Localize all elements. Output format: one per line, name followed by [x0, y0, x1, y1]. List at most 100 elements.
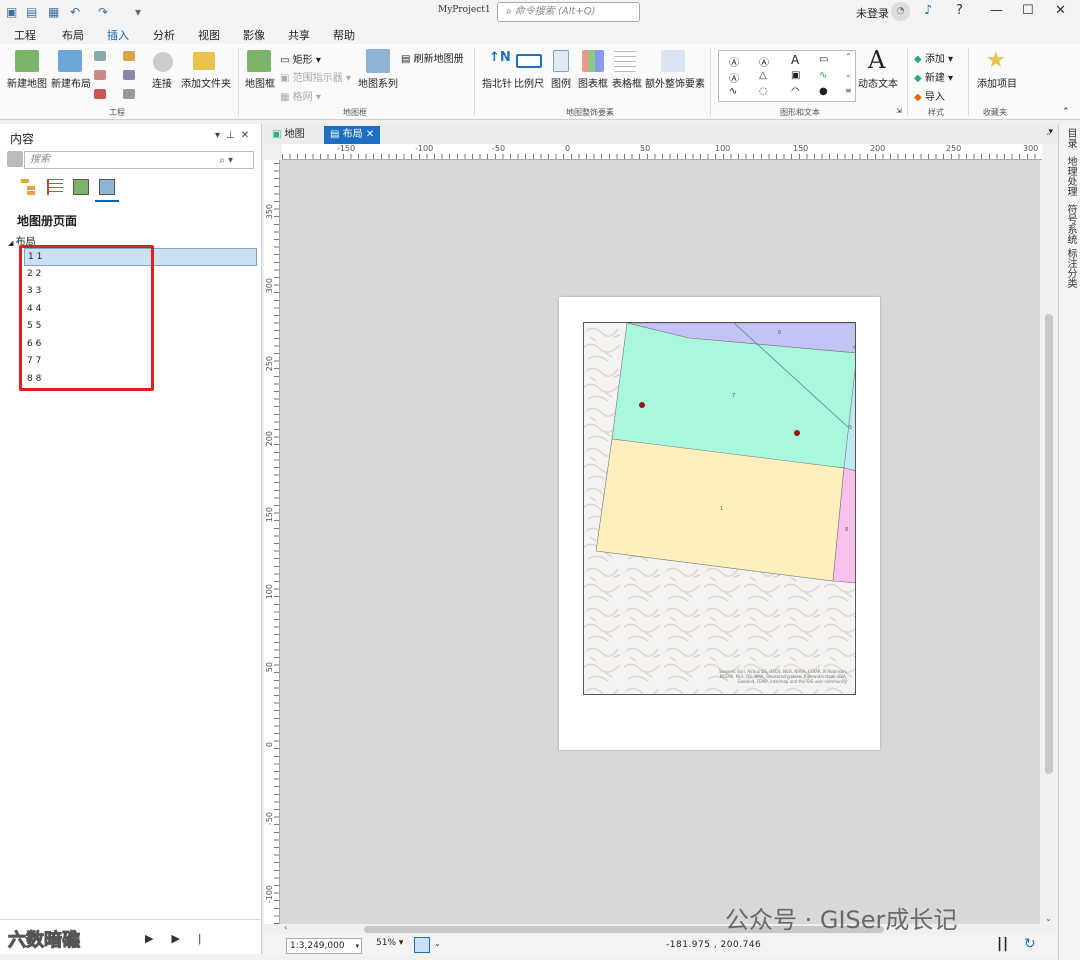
extra-surround-button[interactable]: 额外整饰要素 — [645, 75, 705, 90]
toolbox-icon[interactable] — [123, 51, 135, 61]
point-feature[interactable] — [794, 430, 800, 436]
text-graphic-icon[interactable]: Ⓐ — [729, 54, 739, 69]
contents-search-input[interactable]: 搜索 ⌕ ▾ — [24, 151, 254, 169]
customize-quickaccess-icon[interactable]: ▾ — [135, 4, 141, 20]
minimize-button[interactable]: — — [990, 3, 1003, 18]
redo-icon[interactable]: ↷ — [98, 4, 108, 20]
table-frame-button[interactable]: 表格框 — [612, 75, 642, 90]
search-icon[interactable]: ⌕ ▾ — [219, 153, 233, 169]
style-import-button[interactable]: ◆ 导入 — [914, 88, 945, 103]
table-icon[interactable] — [94, 51, 106, 61]
new-layout-button[interactable]: 新建布局 — [51, 75, 91, 90]
help-button[interactable]: ? — [956, 3, 963, 18]
tab-project[interactable]: 工程 — [14, 27, 36, 43]
point-feature[interactable] — [639, 402, 645, 408]
avatar[interactable]: ◔ — [891, 2, 910, 21]
point-graphic-icon[interactable]: ● — [819, 86, 828, 97]
new-map-button[interactable]: 新建地图 — [7, 75, 47, 90]
tab-layout-doc[interactable]: ▤ 布局 ✕ — [324, 126, 381, 144]
style-new-button[interactable]: ◆ 新建 ▾ — [914, 69, 953, 84]
chevron-down-icon[interactable]: ⌄ — [434, 939, 441, 948]
lasso-icon[interactable]: ◌ — [759, 86, 768, 97]
picture-graphic-icon[interactable]: ▣ — [791, 70, 800, 81]
side-tab-symbology[interactable]: 符号系统 — [1063, 204, 1078, 244]
close-button[interactable]: ✕ — [1055, 3, 1066, 18]
tab-view[interactable]: 视图 — [198, 27, 220, 43]
collapse-ribbon-icon[interactable]: ⌃ — [1062, 107, 1070, 117]
tab-map[interactable]: ▣ 地图 — [266, 126, 311, 144]
vertical-scrollbar[interactable] — [1045, 314, 1053, 774]
add-folder-button[interactable]: 添加文件夹 — [181, 75, 231, 90]
style-icon[interactable] — [123, 70, 135, 80]
grid-button[interactable]: ▦ 格网 ▾ — [280, 88, 321, 103]
triangle-graphic-icon[interactable]: △ — [759, 70, 767, 81]
list-by-selection-icon[interactable] — [73, 179, 89, 195]
pause-drawing-icon[interactable]: | | — [997, 936, 1008, 952]
layout-page[interactable]: 6 7 1 8 4 5 Sources: Esri, Airbus DS, US… — [559, 297, 880, 750]
side-tab-label-class[interactable]: 标注分类 — [1063, 248, 1078, 288]
close-tab-icon[interactable]: ✕ — [366, 129, 374, 140]
map-frame-button[interactable]: 地图框 — [245, 75, 275, 90]
report-icon[interactable] — [123, 89, 135, 99]
new-project-icon[interactable]: ▣ — [6, 4, 17, 20]
text-callout-icon[interactable]: Ⓐ — [759, 54, 769, 69]
dynamic-text-button[interactable]: 动态文本 — [858, 75, 898, 90]
snapping-icon[interactable] — [414, 937, 430, 953]
pane-controls[interactable]: ▾⊥✕ — [215, 130, 255, 141]
north-arrow-button[interactable]: 指北针 — [482, 75, 512, 90]
page-navigation-controls[interactable]: ▶▶| — [145, 932, 220, 945]
zoom-select[interactable]: 51% ▾ — [376, 938, 403, 948]
filter-icon[interactable] — [7, 151, 23, 167]
maximize-button[interactable]: ☐ — [1022, 3, 1034, 18]
refresh-icon[interactable]: ↻ — [1024, 936, 1036, 952]
task-icon[interactable] — [94, 70, 106, 80]
tab-share[interactable]: 共享 — [288, 27, 310, 43]
connect-button[interactable]: 连接 — [152, 75, 172, 90]
side-tab-geoprocessing[interactable]: 地理处理 — [1063, 156, 1078, 196]
rectangle-button[interactable]: ▭ 矩形 ▾ — [280, 51, 321, 66]
undo-icon[interactable]: ↶ — [70, 4, 80, 20]
gallery-scroll-up-icon[interactable]: ⌃ — [845, 52, 852, 61]
list-map-series-pages-icon[interactable] — [99, 179, 115, 195]
gallery-scroll-down-icon[interactable]: ⌄ — [845, 70, 852, 79]
list-by-drawing-order-icon[interactable] — [21, 179, 37, 195]
line-graphic-icon[interactable]: ∿ — [819, 70, 827, 81]
extent-indicator-button[interactable]: ▣ 范围指示器 ▾ — [280, 69, 351, 84]
ruler-tick: 0 — [565, 144, 571, 153]
dialog-launcher-icon[interactable]: ⇲ — [896, 107, 902, 115]
style-add-button[interactable]: ◆ 添加 ▾ — [914, 50, 953, 65]
map-series-button[interactable]: 地图系列 — [358, 75, 398, 90]
open-project-icon[interactable]: ▤ — [26, 4, 37, 20]
add-item-button[interactable]: 添加项目 — [977, 75, 1017, 90]
layout-canvas[interactable]: 6 7 1 8 4 5 Sources: Esri, Airbus DS, US… — [280, 160, 1040, 924]
rectangle-graphic-icon[interactable]: ▭ — [819, 54, 828, 65]
side-tab-catalog[interactable]: 目录 — [1063, 128, 1078, 148]
gallery-expand-icon[interactable]: ≡ — [845, 86, 852, 95]
scale-bar-button[interactable]: 比例尺 — [514, 75, 544, 90]
toolbox-red-icon[interactable] — [94, 89, 106, 99]
graphics-gallery[interactable]: Ⓐ Ⓐ A ▭ Ⓐ △ ▣ ∿ ∿ ◌ ◠ ● — [718, 50, 856, 102]
scroll-left-icon[interactable]: ‹ — [284, 923, 287, 932]
chart-frame-button[interactable]: 图表框 — [578, 75, 608, 90]
save-project-icon[interactable]: ▦ — [48, 4, 59, 20]
legend-button[interactable]: 图例 — [551, 75, 571, 90]
scroll-up-icon[interactable]: ⌃ — [1045, 132, 1052, 141]
text-icon[interactable]: A — [791, 53, 799, 67]
circle-text-icon[interactable]: Ⓐ — [729, 70, 739, 85]
arc-icon[interactable]: ◠ — [791, 86, 800, 97]
scroll-down-icon[interactable]: ⌄ — [1045, 914, 1052, 923]
command-search-input[interactable]: ⌕ 命令搜索 (Alt+Q) — [497, 2, 640, 22]
list-by-source-icon[interactable] — [47, 179, 63, 195]
tab-layout[interactable]: 布局 — [62, 27, 84, 43]
collapse-triangle-icon[interactable]: ◢ — [8, 239, 16, 247]
sign-in-status[interactable]: 未登录 — [856, 5, 889, 21]
notification-bell-icon[interactable]: ♪ — [924, 3, 932, 18]
refresh-series-button[interactable]: ▤ 刷新地图册 — [401, 50, 464, 65]
ruler-tick: 250 — [946, 144, 962, 153]
tab-analysis[interactable]: 分析 — [153, 27, 175, 43]
scale-select[interactable]: 1:3,249,000 ▾ — [286, 938, 362, 954]
curve-text-icon[interactable]: ∿ — [729, 86, 737, 97]
tab-help[interactable]: 帮助 — [333, 27, 355, 43]
tab-imagery[interactable]: 影像 — [243, 27, 265, 43]
map-frame[interactable]: 6 7 1 8 4 5 Sources: Esri, Airbus DS, US… — [583, 322, 856, 695]
